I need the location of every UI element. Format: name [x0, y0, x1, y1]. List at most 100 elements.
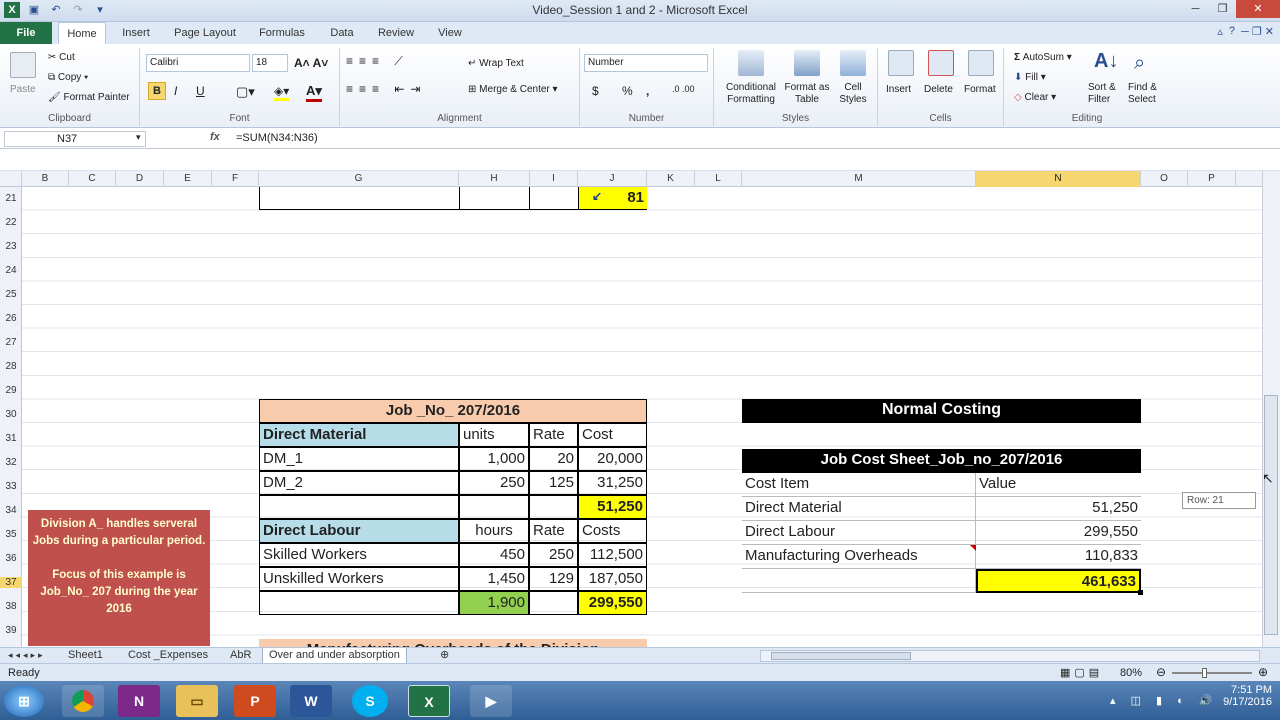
- view-mode-icons[interactable]: ▦▢▤: [1060, 666, 1103, 679]
- horizontal-scrollbar[interactable]: [760, 650, 1260, 662]
- new-sheet-icon[interactable]: ⊕: [434, 648, 455, 664]
- onenote-icon[interactable]: N: [118, 685, 160, 717]
- formula-input[interactable]: =SUM(N34:N36): [236, 132, 318, 144]
- row-header[interactable]: 33: [0, 481, 22, 492]
- zoom-in-icon[interactable]: ⊕: [1258, 665, 1268, 679]
- column-header-m[interactable]: M: [742, 171, 976, 187]
- clock[interactable]: 7:51 PM 9/17/2016: [1223, 684, 1272, 708]
- column-header-c[interactable]: C: [69, 171, 116, 187]
- delete-cells-icon[interactable]: [928, 50, 954, 76]
- skype-icon[interactable]: S: [352, 685, 388, 717]
- powerpoint-icon[interactable]: P: [234, 685, 276, 717]
- zoom-level[interactable]: 80%: [1120, 667, 1142, 679]
- font-color-icon[interactable]: A▾: [306, 83, 322, 102]
- start-button-icon[interactable]: ⊞: [4, 685, 44, 717]
- rate-header-2[interactable]: Rate: [529, 519, 578, 543]
- column-header-o[interactable]: O: [1141, 171, 1188, 187]
- unskilled-cost[interactable]: 187,050: [578, 567, 647, 591]
- empty-cell[interactable]: [529, 591, 578, 615]
- comma-icon[interactable]: ,: [646, 84, 649, 98]
- horizontal-scroll-thumb[interactable]: [771, 652, 911, 660]
- cut-button[interactable]: ✂ Cut: [48, 52, 75, 63]
- sheet-tab-sheet1[interactable]: Sheet1: [62, 648, 109, 664]
- zoom-slider[interactable]: [1172, 672, 1252, 674]
- format-as-table-icon[interactable]: [794, 50, 820, 76]
- cell-n37-selected[interactable]: 461,633: [976, 569, 1141, 593]
- name-box[interactable]: N37: [4, 131, 146, 147]
- row-header[interactable]: 22: [0, 217, 22, 228]
- tab-review[interactable]: Review: [372, 22, 420, 44]
- wrap-text-button[interactable]: ↵ Wrap Text: [468, 58, 524, 69]
- rate-header[interactable]: Rate: [529, 423, 578, 447]
- clear-button[interactable]: ◇ Clear ▾: [1014, 92, 1056, 103]
- bold-button[interactable]: B: [148, 82, 166, 100]
- percent-icon[interactable]: %: [622, 84, 633, 98]
- font-family-select[interactable]: Calibri: [146, 54, 250, 72]
- dm1-rate[interactable]: 20: [529, 447, 578, 471]
- format-cells-icon[interactable]: [968, 50, 994, 76]
- insert-cells-icon[interactable]: [888, 50, 914, 76]
- tab-page-layout[interactable]: Page Layout: [170, 22, 240, 44]
- job-cost-sheet-title[interactable]: Job Cost Sheet_Job_no_207/2016: [742, 449, 1141, 473]
- jcs-dl-value[interactable]: 299,550: [976, 521, 1141, 545]
- dm1-units[interactable]: 1,000: [459, 447, 529, 471]
- dm1-label[interactable]: DM_1: [259, 447, 459, 471]
- dm-total[interactable]: 51,250: [578, 495, 647, 519]
- sort-filter-icon[interactable]: A↓: [1094, 50, 1118, 73]
- delete-label[interactable]: Delete: [924, 84, 953, 95]
- column-header-b[interactable]: B: [22, 171, 69, 187]
- unskilled-hours[interactable]: 1,450: [459, 567, 529, 591]
- skilled-workers-label[interactable]: Skilled Workers: [259, 543, 459, 567]
- sort-filter-label[interactable]: Sort & Filter: [1088, 82, 1128, 106]
- find-select-label[interactable]: Find & Select: [1128, 82, 1168, 106]
- paste-label[interactable]: Paste: [10, 84, 36, 95]
- hours-total[interactable]: 1,900: [459, 591, 529, 615]
- sheet-tab-abr[interactable]: AbR: [224, 648, 257, 664]
- sheet-tab-cost-expenses[interactable]: Cost _Expenses: [122, 648, 214, 664]
- costs-header[interactable]: Costs: [578, 519, 647, 543]
- cost-header[interactable]: Cost: [578, 423, 647, 447]
- system-tray-icons[interactable]: ▴ ◫ ▮ ◐ 🔊: [1110, 694, 1219, 707]
- tab-file[interactable]: File: [0, 22, 52, 44]
- fill-handle[interactable]: [1138, 590, 1143, 595]
- job-table-title[interactable]: Job _No_ 207/2016: [259, 399, 647, 423]
- borders-icon[interactable]: ▢▾: [236, 84, 255, 100]
- dl-total[interactable]: 299,550: [578, 591, 647, 615]
- format-painter-button[interactable]: 🖌 Format Painter: [48, 92, 130, 103]
- name-box-dropdown-icon[interactable]: ▾: [136, 132, 141, 143]
- row-header[interactable]: 28: [0, 361, 22, 372]
- worksheet-grid[interactable]: 81 ↙ Job _No_ 207/2016 Direct Material u…: [22, 187, 1262, 647]
- close-button[interactable]: ✕: [1236, 0, 1280, 18]
- cell-styles-label[interactable]: Cell Styles: [832, 82, 874, 106]
- format-as-table-label[interactable]: Format as Table: [784, 82, 830, 106]
- row-header[interactable]: 34: [0, 505, 22, 516]
- row-header[interactable]: 26: [0, 313, 22, 324]
- tab-data[interactable]: Data: [322, 22, 362, 44]
- row-header[interactable]: 25: [0, 289, 22, 300]
- row-header[interactable]: 23: [0, 241, 22, 252]
- currency-icon[interactable]: $: [592, 84, 599, 98]
- skilled-cost[interactable]: 112,500: [578, 543, 647, 567]
- cost-item-header[interactable]: Cost Item: [742, 473, 976, 497]
- help-icon[interactable]: ?: [1229, 25, 1235, 38]
- dm1-cost[interactable]: 20,000: [578, 447, 647, 471]
- column-header-j[interactable]: J: [578, 171, 647, 187]
- file-explorer-icon[interactable]: ▭: [176, 685, 218, 717]
- underline-button[interactable]: U: [196, 84, 205, 98]
- row-header[interactable]: 30: [0, 409, 22, 420]
- empty-cell[interactable]: [529, 495, 578, 519]
- merge-center-button[interactable]: ⊞ Merge & Center ▾: [468, 84, 558, 95]
- italic-button[interactable]: I: [174, 84, 177, 98]
- column-header-k[interactable]: K: [647, 171, 695, 187]
- horizontal-align-icons[interactable]: ≡≡≡ ⇤⇥: [346, 82, 426, 96]
- skilled-hours[interactable]: 450: [459, 543, 529, 567]
- unskilled-workers-label[interactable]: Unskilled Workers: [259, 567, 459, 591]
- cell-j21[interactable]: 81: [578, 187, 647, 209]
- maximize-button[interactable]: ❐: [1209, 0, 1236, 18]
- column-header-f[interactable]: F: [212, 171, 259, 187]
- media-player-icon[interactable]: ▶: [470, 685, 512, 717]
- zoom-slider-thumb[interactable]: [1202, 668, 1207, 678]
- direct-material-header[interactable]: Direct Material: [259, 423, 459, 447]
- vertical-align-icons[interactable]: ≡≡≡ ⟋: [346, 54, 409, 69]
- row-header[interactable]: 35: [0, 529, 22, 540]
